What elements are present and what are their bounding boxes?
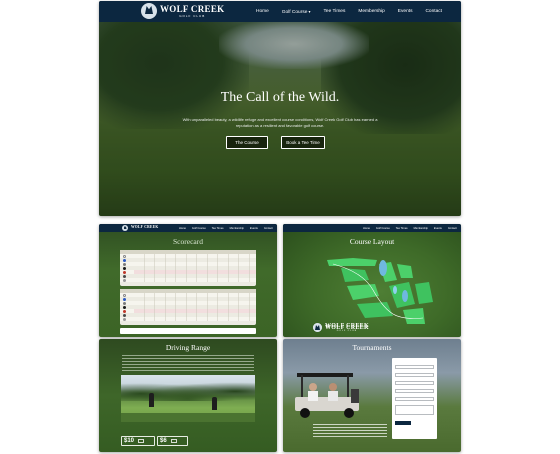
book-tee-time-button[interactable]: Book a Tee Time (281, 136, 325, 149)
nav-membership[interactable]: Membership (230, 227, 244, 230)
driving-range-screenshot: Driving Range $10 $6 (99, 339, 277, 452)
silver-tee-icon (123, 317, 126, 321)
phone-field[interactable] (395, 381, 434, 385)
nav-membership[interactable]: Membership (358, 9, 384, 14)
grey-tee-icon (123, 301, 126, 305)
brand-name: WOLF CREEK (160, 3, 225, 14)
golf-cart-photo (295, 373, 359, 418)
dark-tee-icon (123, 313, 126, 317)
grey-tee-icon (123, 262, 126, 266)
the-course-button[interactable]: The Course (226, 136, 268, 149)
page-title: Tournaments (352, 343, 392, 352)
water-hazard (402, 290, 408, 302)
hero-overlay (99, 1, 461, 216)
dark-tee-icon (123, 274, 126, 278)
mini-logo[interactable]: WOLF CREEK (122, 225, 159, 231)
price-value: $10 (124, 438, 135, 444)
nav-tee-times[interactable]: Tee Times (212, 227, 224, 230)
scorecard-back-nine (120, 289, 256, 325)
date-field[interactable] (395, 389, 434, 393)
main-menu: Home Golf Course Tee Times Membership Ev… (256, 1, 455, 22)
fairway (327, 258, 377, 266)
golfer-head (329, 383, 337, 391)
nav-events[interactable]: Events (250, 227, 258, 230)
white-tee-icon (123, 254, 126, 258)
course-logo: WOLF CREEK GOLF CLUB (313, 323, 369, 332)
scorecard-screenshot: WOLF CREEK Home Golf Course Tee Times Me… (99, 224, 277, 337)
price-value: $6 (160, 438, 167, 444)
email-field[interactable] (395, 373, 434, 377)
black-tee-icon (123, 266, 126, 270)
price-label (170, 439, 177, 443)
nav-contact[interactable]: Contact (425, 9, 442, 14)
fairway (415, 282, 433, 304)
tee-mat (121, 413, 255, 422)
golf-bag (351, 389, 359, 403)
nav-home[interactable]: Home (179, 227, 186, 230)
fairway (389, 282, 415, 308)
hero-lede: With unparalleled beauty, a wildlife ref… (182, 117, 378, 128)
course-layout-screenshot: WOLF CREEK Home Golf Course Tee Times Me… (283, 224, 461, 337)
golfer (149, 393, 154, 407)
bucket-price: $6 (157, 436, 188, 446)
top-nav: WOLF CREEK GOLF CLUB Home Golf Course Te… (99, 1, 461, 22)
wolf-logo-icon (141, 3, 157, 19)
brand-name: WOLF CREEK (325, 323, 369, 329)
nav-events[interactable]: Events (398, 9, 413, 14)
water-hazard (393, 286, 397, 294)
black-tee-icon (123, 305, 126, 309)
price-label (138, 439, 145, 443)
blue-tee-icon (123, 258, 126, 262)
cart-wheel (344, 408, 354, 418)
home-screenshot: WOLF CREEK GOLF CLUB Home Golf Course Te… (99, 1, 461, 216)
trees (121, 377, 255, 401)
wolf-logo-icon (122, 225, 128, 231)
name-field[interactable] (395, 365, 434, 369)
wolf-logo-icon (313, 323, 322, 332)
golfer-head (309, 383, 317, 391)
brand-sub: GOLF CLUB (179, 13, 206, 18)
page-title: Scorecard (173, 237, 203, 246)
red-tee-icon (123, 270, 126, 274)
page-title: Driving Range (165, 343, 211, 352)
golfer-body (328, 391, 338, 401)
message-field[interactable] (395, 405, 434, 415)
golfer-body (308, 391, 318, 401)
brand-name: WOLF CREEK (131, 225, 159, 230)
cart-roof (297, 373, 353, 377)
tee-row (120, 317, 256, 321)
range-photo (121, 375, 255, 422)
mini-nav: WOLF CREEK Home Golf Course Tee Times Me… (99, 224, 277, 232)
water-hazard (379, 260, 387, 276)
tournaments-screenshot: Tournaments (283, 339, 461, 452)
submit-button[interactable] (395, 421, 411, 425)
brand-sub: GOLF CLUB (336, 330, 358, 332)
tournament-description (313, 424, 387, 438)
mini-menu: Home Golf Course Tee Times Membership Ev… (179, 224, 277, 232)
white-tee-icon (123, 293, 126, 297)
fairway (397, 264, 413, 278)
nav-golf-course[interactable]: Golf Course (192, 227, 206, 230)
tee-row (120, 278, 256, 282)
blue-tee-icon (123, 297, 126, 301)
nav-contact[interactable]: Contact (264, 227, 273, 230)
nav-tee-times[interactable]: Tee Times (324, 9, 346, 14)
course-ratings-table (120, 328, 256, 334)
tournament-request-form (392, 358, 437, 439)
silver-tee-icon (123, 278, 126, 282)
golfer (212, 397, 217, 410)
range-description (122, 355, 254, 371)
cart-wheel (300, 408, 310, 418)
red-tee-icon (123, 309, 126, 313)
course-map (327, 258, 433, 324)
hero-title: The Call of the Wild. (220, 90, 340, 105)
logo[interactable]: WOLF CREEK GOLF CLUB (141, 3, 224, 19)
nav-golf-course[interactable]: Golf Course (282, 9, 311, 15)
bucket-price: $10 (121, 436, 155, 446)
scorecard-front-nine (120, 250, 256, 286)
players-field[interactable] (395, 397, 434, 401)
fairway (403, 308, 425, 324)
nav-home[interactable]: Home (256, 9, 269, 14)
